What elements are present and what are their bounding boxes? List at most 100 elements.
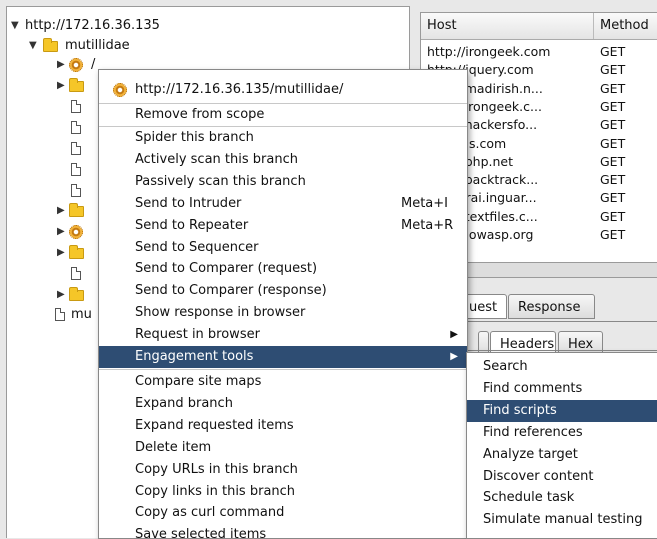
- table-row[interactable]: http://irongeek.com GET: [421, 43, 657, 61]
- menu-item-copy-urls-in-this-branch[interactable]: Copy URLs in this branch: [99, 459, 467, 481]
- tree-collapsed-arrow[interactable]: ▶: [57, 202, 65, 220]
- menu-item-label: Copy links in this branch: [135, 483, 296, 499]
- menu-item-label: Expand requested items: [135, 417, 294, 433]
- gear-icon: [113, 83, 127, 97]
- gear-icon: [69, 58, 83, 72]
- menu-item-label: Send to Intruder: [135, 195, 242, 211]
- cell-method: GET: [600, 190, 626, 206]
- menu-item-compare-site-maps[interactable]: Compare site maps: [99, 371, 467, 393]
- file-icon: [71, 121, 81, 134]
- menu-item-copy-as-curl-command[interactable]: Copy as curl command: [99, 502, 467, 524]
- tree-node-label: http://172.16.36.135: [25, 18, 160, 33]
- tree-collapsed-arrow[interactable]: ▶: [57, 286, 65, 304]
- tab-response[interactable]: Response: [508, 294, 595, 319]
- column-header-method[interactable]: Method: [594, 13, 649, 39]
- submenu-item-find-scripts[interactable]: Find scripts: [467, 399, 657, 422]
- menu-item-actively-scan-this-branch[interactable]: Actively scan this branch: [99, 149, 467, 171]
- file-icon: [71, 163, 81, 176]
- menu-item-send-to-comparer-request[interactable]: Send to Comparer (request): [99, 258, 467, 280]
- cell-method: GET: [600, 98, 626, 114]
- menu-item-remove-from-scope[interactable]: Remove from scope: [99, 104, 467, 126]
- menu-item-send-to-comparer-response[interactable]: Send to Comparer (response): [99, 280, 467, 302]
- folder-icon: [69, 245, 84, 259]
- submenu-item-label: Search: [483, 359, 528, 374]
- tree-node-label: mu: [71, 307, 92, 322]
- menu-item-shortcut: Meta+R: [401, 217, 454, 233]
- submenu-item-label: Find scripts: [483, 402, 557, 418]
- menu-item-label: Send to Repeater: [135, 217, 249, 233]
- tree-collapsed-arrow[interactable]: ▶: [57, 56, 65, 74]
- folder-icon: [69, 203, 84, 217]
- submenu-arrow-icon: ▶: [450, 351, 458, 362]
- menu-item-label: Delete item: [135, 439, 212, 455]
- engagement-tools-submenu: Search Find comments Find scripts Find refe…: [466, 352, 657, 539]
- menu-item-label: Passively scan this branch: [135, 173, 306, 189]
- gear-icon: [69, 225, 83, 239]
- menu-item-expand-branch[interactable]: Expand branch: [99, 393, 467, 415]
- menu-item-label: Show response in browser: [135, 305, 306, 321]
- submenu-item-discover-content[interactable]: Discover content: [467, 466, 657, 488]
- menu-item-label: Send to Comparer (request): [135, 261, 318, 277]
- tree-node-label: /: [91, 57, 96, 72]
- file-icon: [71, 267, 81, 280]
- context-menu: http://172.16.36.135/mutillidae/ Remove …: [98, 69, 468, 539]
- tree-expanded-arrow[interactable]: ▼: [29, 37, 37, 55]
- cell-method: GET: [600, 227, 626, 242]
- menu-item-copy-links-in-this-branch[interactable]: Copy links in this branch: [99, 481, 467, 503]
- menu-item-label: Actively scan this branch: [135, 151, 298, 167]
- table-header: Host Method: [421, 13, 657, 40]
- tab-request[interactable]: uest: [462, 294, 507, 319]
- menu-item-request-in-browser[interactable]: Request in browser ▶: [99, 324, 467, 346]
- submenu-item-label: Find references: [483, 424, 583, 440]
- submenu-item-find-references[interactable]: Find references: [467, 422, 657, 444]
- folder-icon: [69, 78, 84, 92]
- cell-method: GET: [600, 62, 626, 78]
- submenu-item-simulate-manual-testing[interactable]: Simulate manual testing: [467, 509, 657, 531]
- submenu-item-label: Simulate manual testing: [483, 512, 643, 528]
- cell-method: GET: [600, 117, 626, 133]
- submenu-arrow-icon: ▶: [450, 329, 458, 341]
- menu-item-label: Compare site maps: [135, 374, 262, 389]
- menu-item-show-response-in-browser[interactable]: Show response in browser: [99, 302, 467, 324]
- menu-item-label: Expand branch: [135, 395, 233, 411]
- menu-item-expand-requested-items[interactable]: Expand requested items: [99, 415, 467, 437]
- tree-collapsed-arrow[interactable]: ▶: [57, 244, 65, 262]
- tree-collapsed-arrow[interactable]: ▶: [57, 223, 65, 241]
- file-icon: [71, 184, 81, 197]
- menu-separator: [99, 369, 467, 370]
- menu-item-label: Copy URLs in this branch: [135, 461, 298, 477]
- cell-method: GET: [600, 135, 626, 151]
- menu-item-spider-this-branch[interactable]: Spider this branch: [99, 127, 467, 149]
- file-icon: [71, 142, 81, 155]
- cell-host: http://irongeek.com: [427, 44, 551, 59]
- file-icon: [71, 100, 81, 113]
- submenu-item-schedule-task[interactable]: Schedule task: [467, 487, 657, 509]
- menu-item-label: Copy as curl command: [135, 505, 285, 521]
- menu-item-delete-item[interactable]: Delete item: [99, 437, 467, 459]
- menu-item-send-to-repeater[interactable]: Send to Repeater Meta+R: [99, 215, 467, 237]
- tree-collapsed-arrow[interactable]: ▶: [57, 77, 65, 95]
- cell-method: GET: [600, 172, 626, 188]
- menu-item-send-to-intruder[interactable]: Send to Intruder Meta+I: [99, 193, 467, 215]
- file-icon: [55, 308, 65, 321]
- cell-method: GET: [600, 44, 626, 59]
- menu-item-engagement-tools[interactable]: Engagement tools ▶: [99, 346, 467, 368]
- menu-header-url: http://172.16.36.135/mutillidae/: [99, 78, 467, 102]
- menu-item-label: Send to Comparer (response): [135, 283, 327, 299]
- menu-item-passively-scan-this-branch[interactable]: Passively scan this branch: [99, 171, 467, 193]
- menu-item-label: Spider this branch: [135, 130, 254, 145]
- cell-method: GET: [600, 153, 626, 169]
- menu-item-label: Send to Sequencer: [135, 239, 259, 255]
- folder-icon: [43, 38, 58, 52]
- submenu-item-find-comments[interactable]: Find comments: [467, 378, 657, 400]
- menu-item-label: Request in browser: [135, 327, 260, 343]
- submenu-item-search[interactable]: Search: [467, 356, 657, 378]
- cell-method: GET: [600, 80, 626, 96]
- submenu-item-analyze-target[interactable]: Analyze target: [467, 444, 657, 466]
- tree-expanded-arrow[interactable]: ▼: [11, 17, 19, 35]
- menu-item-shortcut: Meta+I: [401, 195, 449, 211]
- menu-header-label: http://172.16.36.135/mutillidae/: [135, 82, 344, 97]
- submenu-item-label: Find comments: [483, 380, 583, 396]
- column-header-host[interactable]: Host: [421, 13, 594, 39]
- menu-item-send-to-sequencer[interactable]: Send to Sequencer: [99, 237, 467, 259]
